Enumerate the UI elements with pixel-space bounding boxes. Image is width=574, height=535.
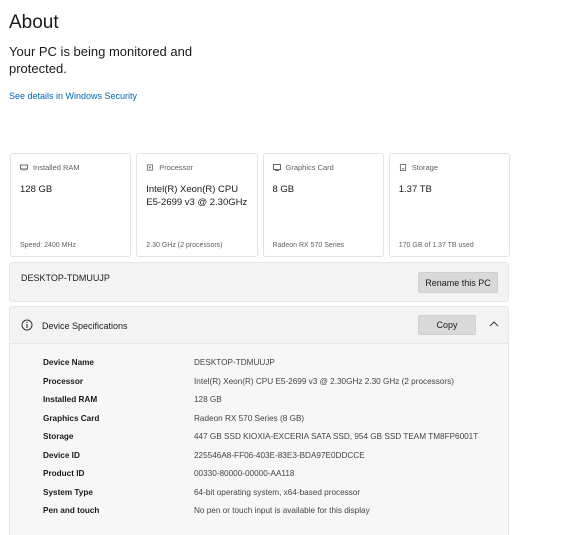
storage-card-sub: 170 GB of 1.37 TB used [398, 242, 474, 249]
spec-row-storage: Storage 447 GB SSD KIOXIA-EXCERIA SATA S… [10, 432, 508, 448]
page-title: About [9, 12, 59, 33]
ram-card-value: 128 GB [20, 184, 53, 195]
pc-name-row: DESKTOP-TDMUUJP Rename this PC [9, 262, 509, 302]
spec-row-installed-ram: Installed RAM 128 GB [10, 395, 508, 411]
graphics-card-icon [272, 164, 281, 171]
spec-row-device-id: Device ID 225546A8-FF06-403E-83E3-BDA97E… [10, 451, 508, 467]
spec-label: Processor [43, 376, 84, 386]
spec-row-device-name: Device Name DESKTOP-TDMUUJP [10, 358, 508, 374]
info-icon [21, 319, 33, 331]
monitor-status-text: Your PC is being monitored and protected… [9, 44, 193, 76]
spec-value: No pen or touch input is available for t… [194, 506, 370, 515]
spec-label: Graphics Card [43, 413, 100, 423]
processor-card-sub: 2.30 GHz (2 processors) [146, 242, 223, 249]
spec-value: 447 GB SSD KIOXIA-EXCERIA SATA SSD, 954 … [194, 432, 479, 441]
spec-row-system-type: System Type 64-bit operating system, x64… [10, 488, 508, 504]
storage-card-label: Storage [411, 163, 439, 172]
windows-security-link[interactable]: See details in Windows Security [9, 91, 137, 101]
ram-card-sub: Speed: 2400 MHz [20, 242, 77, 249]
spec-row-product-id: Product ID 00330-80000-00000-AA118 [10, 469, 508, 485]
spec-label: Installed RAM [43, 395, 98, 404]
storage-card-value: 1.37 TB [398, 184, 432, 195]
spec-value: Radeon RX 570 Series (8 GB) [194, 413, 305, 423]
device-specifications-body: Device Name DESKTOP-TDMUUJP Processor In… [9, 344, 509, 535]
spec-value: Intel(R) Xeon(R) CPU E5-2699 v3 @ 2.30GH… [194, 376, 454, 386]
spec-label: Pen and touch [43, 506, 100, 515]
spec-row-processor: Processor Intel(R) Xeon(R) CPU E5-2699 v… [10, 377, 508, 393]
graphics-card-value: 8 GB [272, 184, 295, 195]
processor-card: Processor Intel(R) Xeon(R) CPU E5-2699 v… [136, 153, 258, 257]
chevron-up-icon[interactable] [488, 319, 500, 329]
storage-card: Storage 1.37 TB 170 GB of 1.37 TB used [388, 153, 510, 257]
hardware-summary-cards: Installed RAM 128 GB Speed: 2400 MHz Pro… [10, 153, 510, 257]
graphics-card-card: Graphics Card 8 GB Radeon RX 570 Series [262, 153, 384, 257]
ram-card: Installed RAM 128 GB Speed: 2400 MHz [10, 153, 132, 257]
spec-value: DESKTOP-TDMUUJP [194, 358, 275, 367]
spec-label: System Type [43, 487, 93, 497]
processor-icon [147, 164, 154, 171]
spec-label: Device ID [43, 450, 80, 460]
spec-label: Storage [43, 432, 74, 441]
graphics-card-sub: Radeon RX 570 Series [272, 242, 345, 249]
spec-value: 64-bit operating system, x64-based proce… [194, 487, 361, 497]
spec-row-graphics-card: Graphics Card Radeon RX 570 Series (8 GB… [10, 414, 508, 430]
ram-icon [20, 164, 28, 171]
processor-card-label: Processor [159, 163, 194, 172]
device-specifications-header[interactable]: Device Specifications Copy [9, 306, 509, 344]
spec-row-pen-and-touch: Pen and touch No pen or touch input is a… [10, 506, 508, 522]
spec-label: Device Name [43, 358, 94, 367]
pc-name: DESKTOP-TDMUUJP [21, 273, 110, 283]
spec-value: 00330-80000-00000-AA118 [194, 469, 295, 478]
ram-card-label: Installed RAM [33, 163, 80, 172]
spec-value: 225546A8-FF06-403E-83E3-BDA97E0DDCCE [194, 450, 365, 460]
graphics-card-label: Graphics Card [285, 163, 334, 172]
spec-value: 128 GB [194, 395, 222, 404]
copy-button[interactable]: Copy [418, 315, 476, 335]
rename-pc-button[interactable]: Rename this PC [418, 272, 498, 293]
device-specifications-title: Device Specifications [42, 321, 128, 331]
spec-label: Product ID [43, 469, 85, 478]
storage-icon [399, 164, 406, 171]
processor-card-value: Intel(R) Xeon(R) CPU E5-2699 v3 @ 2.30GH… [146, 184, 248, 208]
